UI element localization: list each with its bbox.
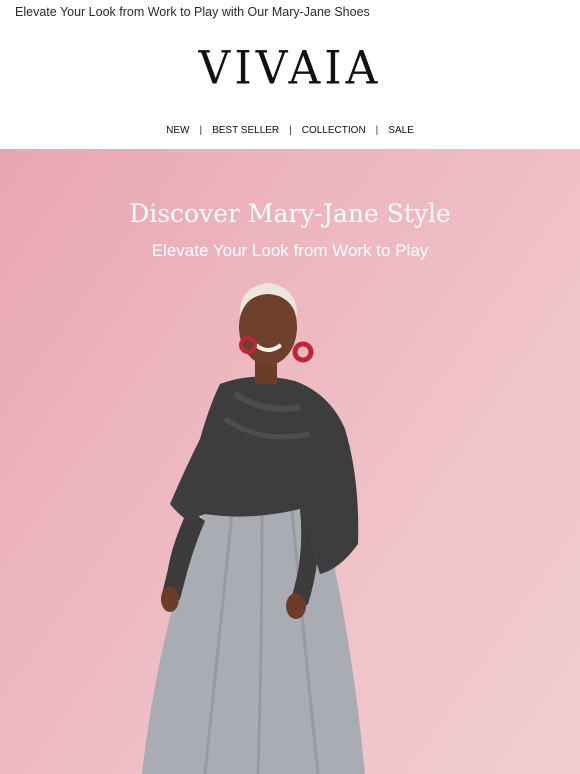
nav-separator: |	[289, 125, 292, 136]
preheader-text: Elevate Your Look from Work to Play with…	[15, 5, 370, 19]
header: VIVAIA	[0, 24, 580, 112]
main-nav: NEW | BEST SELLER | COLLECTION | SALE	[0, 112, 580, 149]
nav-link-collection[interactable]: COLLECTION	[302, 125, 366, 136]
nav-separator: |	[375, 125, 379, 136]
brand-logo[interactable]: VIVAIA	[199, 41, 382, 95]
right-earring	[292, 341, 314, 363]
nav-separator: |	[199, 125, 203, 136]
hero-title: Discover Mary-Jane Style	[129, 199, 451, 228]
nav-link-best-seller[interactable]: BEST SELLER	[212, 125, 279, 136]
hero-subtitle: Elevate Your Look from Work to Play	[151, 241, 429, 260]
nav-link-sale[interactable]: SALE	[388, 125, 414, 136]
hero-banner[interactable]: Discover Mary-Jane Style Elevate Your Lo…	[0, 149, 580, 774]
nav-link-new[interactable]: NEW	[166, 125, 189, 136]
